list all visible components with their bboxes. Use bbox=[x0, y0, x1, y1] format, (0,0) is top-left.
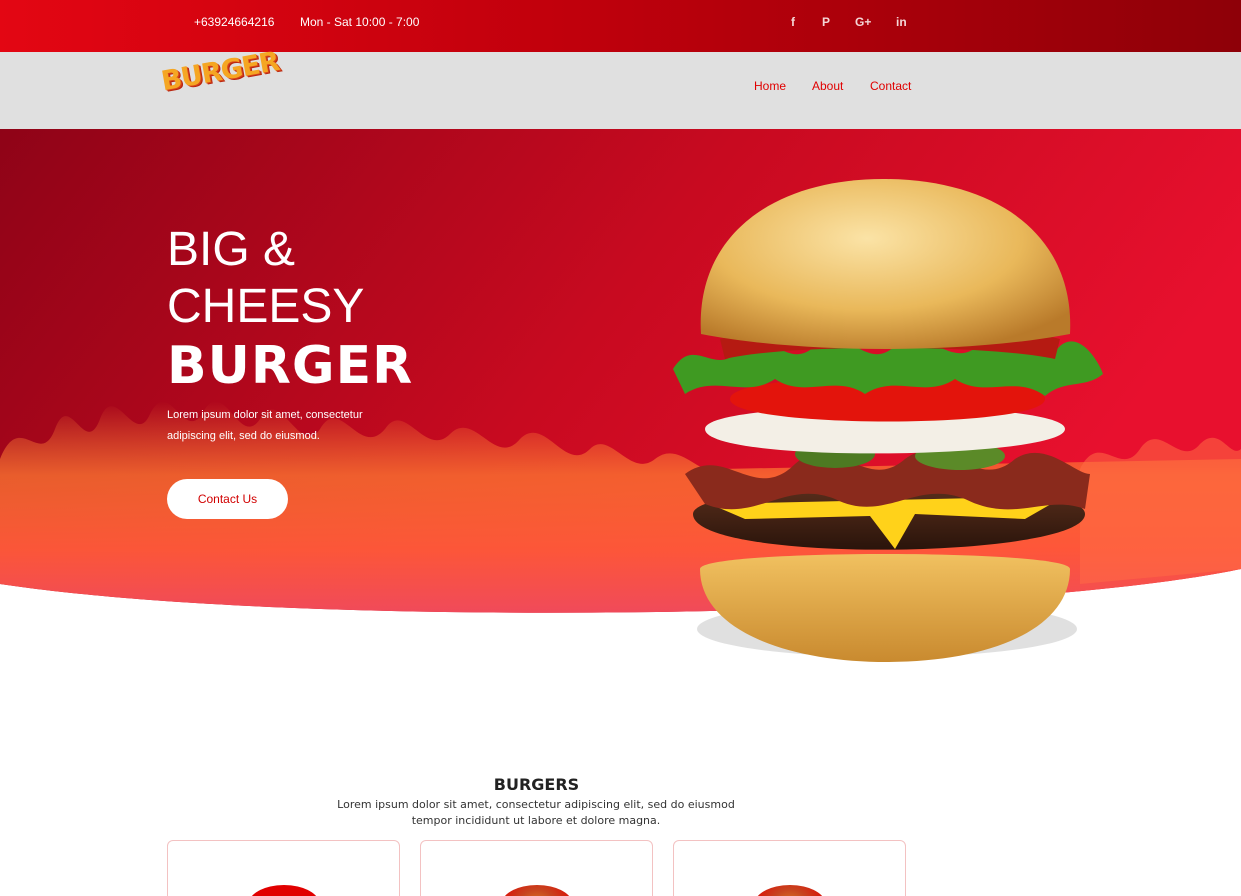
linkedin-icon[interactable]: in bbox=[896, 15, 907, 29]
hero-heading: BIG & CHEESY BURGER bbox=[167, 221, 413, 397]
burger-card[interactable] bbox=[420, 840, 653, 896]
hero-heading-line-3: BURGER bbox=[167, 336, 414, 396]
contact-us-button[interactable]: Contact Us bbox=[167, 479, 288, 519]
burger-image bbox=[673, 179, 1103, 662]
google-plus-icon[interactable]: G+ bbox=[855, 15, 871, 29]
burger-card[interactable] bbox=[673, 840, 906, 896]
burger-card-image bbox=[754, 885, 826, 896]
nav-about-link[interactable]: About bbox=[812, 79, 843, 93]
hero-heading-line-2: CHEESY bbox=[167, 280, 365, 333]
burgers-section-description: Lorem ipsum dolor sit amet, consectetur … bbox=[337, 798, 735, 827]
pinterest-icon[interactable]: P bbox=[822, 15, 830, 29]
burger-logo[interactable]: BURGER bbox=[159, 46, 281, 112]
hero-section: BIG & CHEESY BURGER Lorem ipsum dolor si… bbox=[0, 129, 1241, 689]
nav-contact-link[interactable]: Contact bbox=[870, 79, 911, 93]
facebook-icon[interactable]: f bbox=[791, 15, 795, 29]
burger-card-image bbox=[501, 885, 573, 896]
burgers-section-title: BURGERS bbox=[493, 775, 580, 794]
hero-heading-line-1: BIG & bbox=[167, 223, 296, 276]
phone-number[interactable]: +63924664216 bbox=[194, 15, 274, 29]
hero-description: Lorem ipsum dolor sit amet, consectetur … bbox=[167, 409, 363, 442]
opening-hours: Mon - Sat 10:00 - 7:00 bbox=[300, 15, 420, 29]
main-navbar: BURGER Home About Contact bbox=[0, 46, 1241, 129]
burger-card[interactable] bbox=[167, 840, 400, 896]
burger-card-image bbox=[248, 885, 320, 896]
top-bar: +63924664216 Mon - Sat 10:00 - 7:00 f P … bbox=[0, 0, 1241, 52]
nav-home-link[interactable]: Home bbox=[754, 79, 786, 93]
